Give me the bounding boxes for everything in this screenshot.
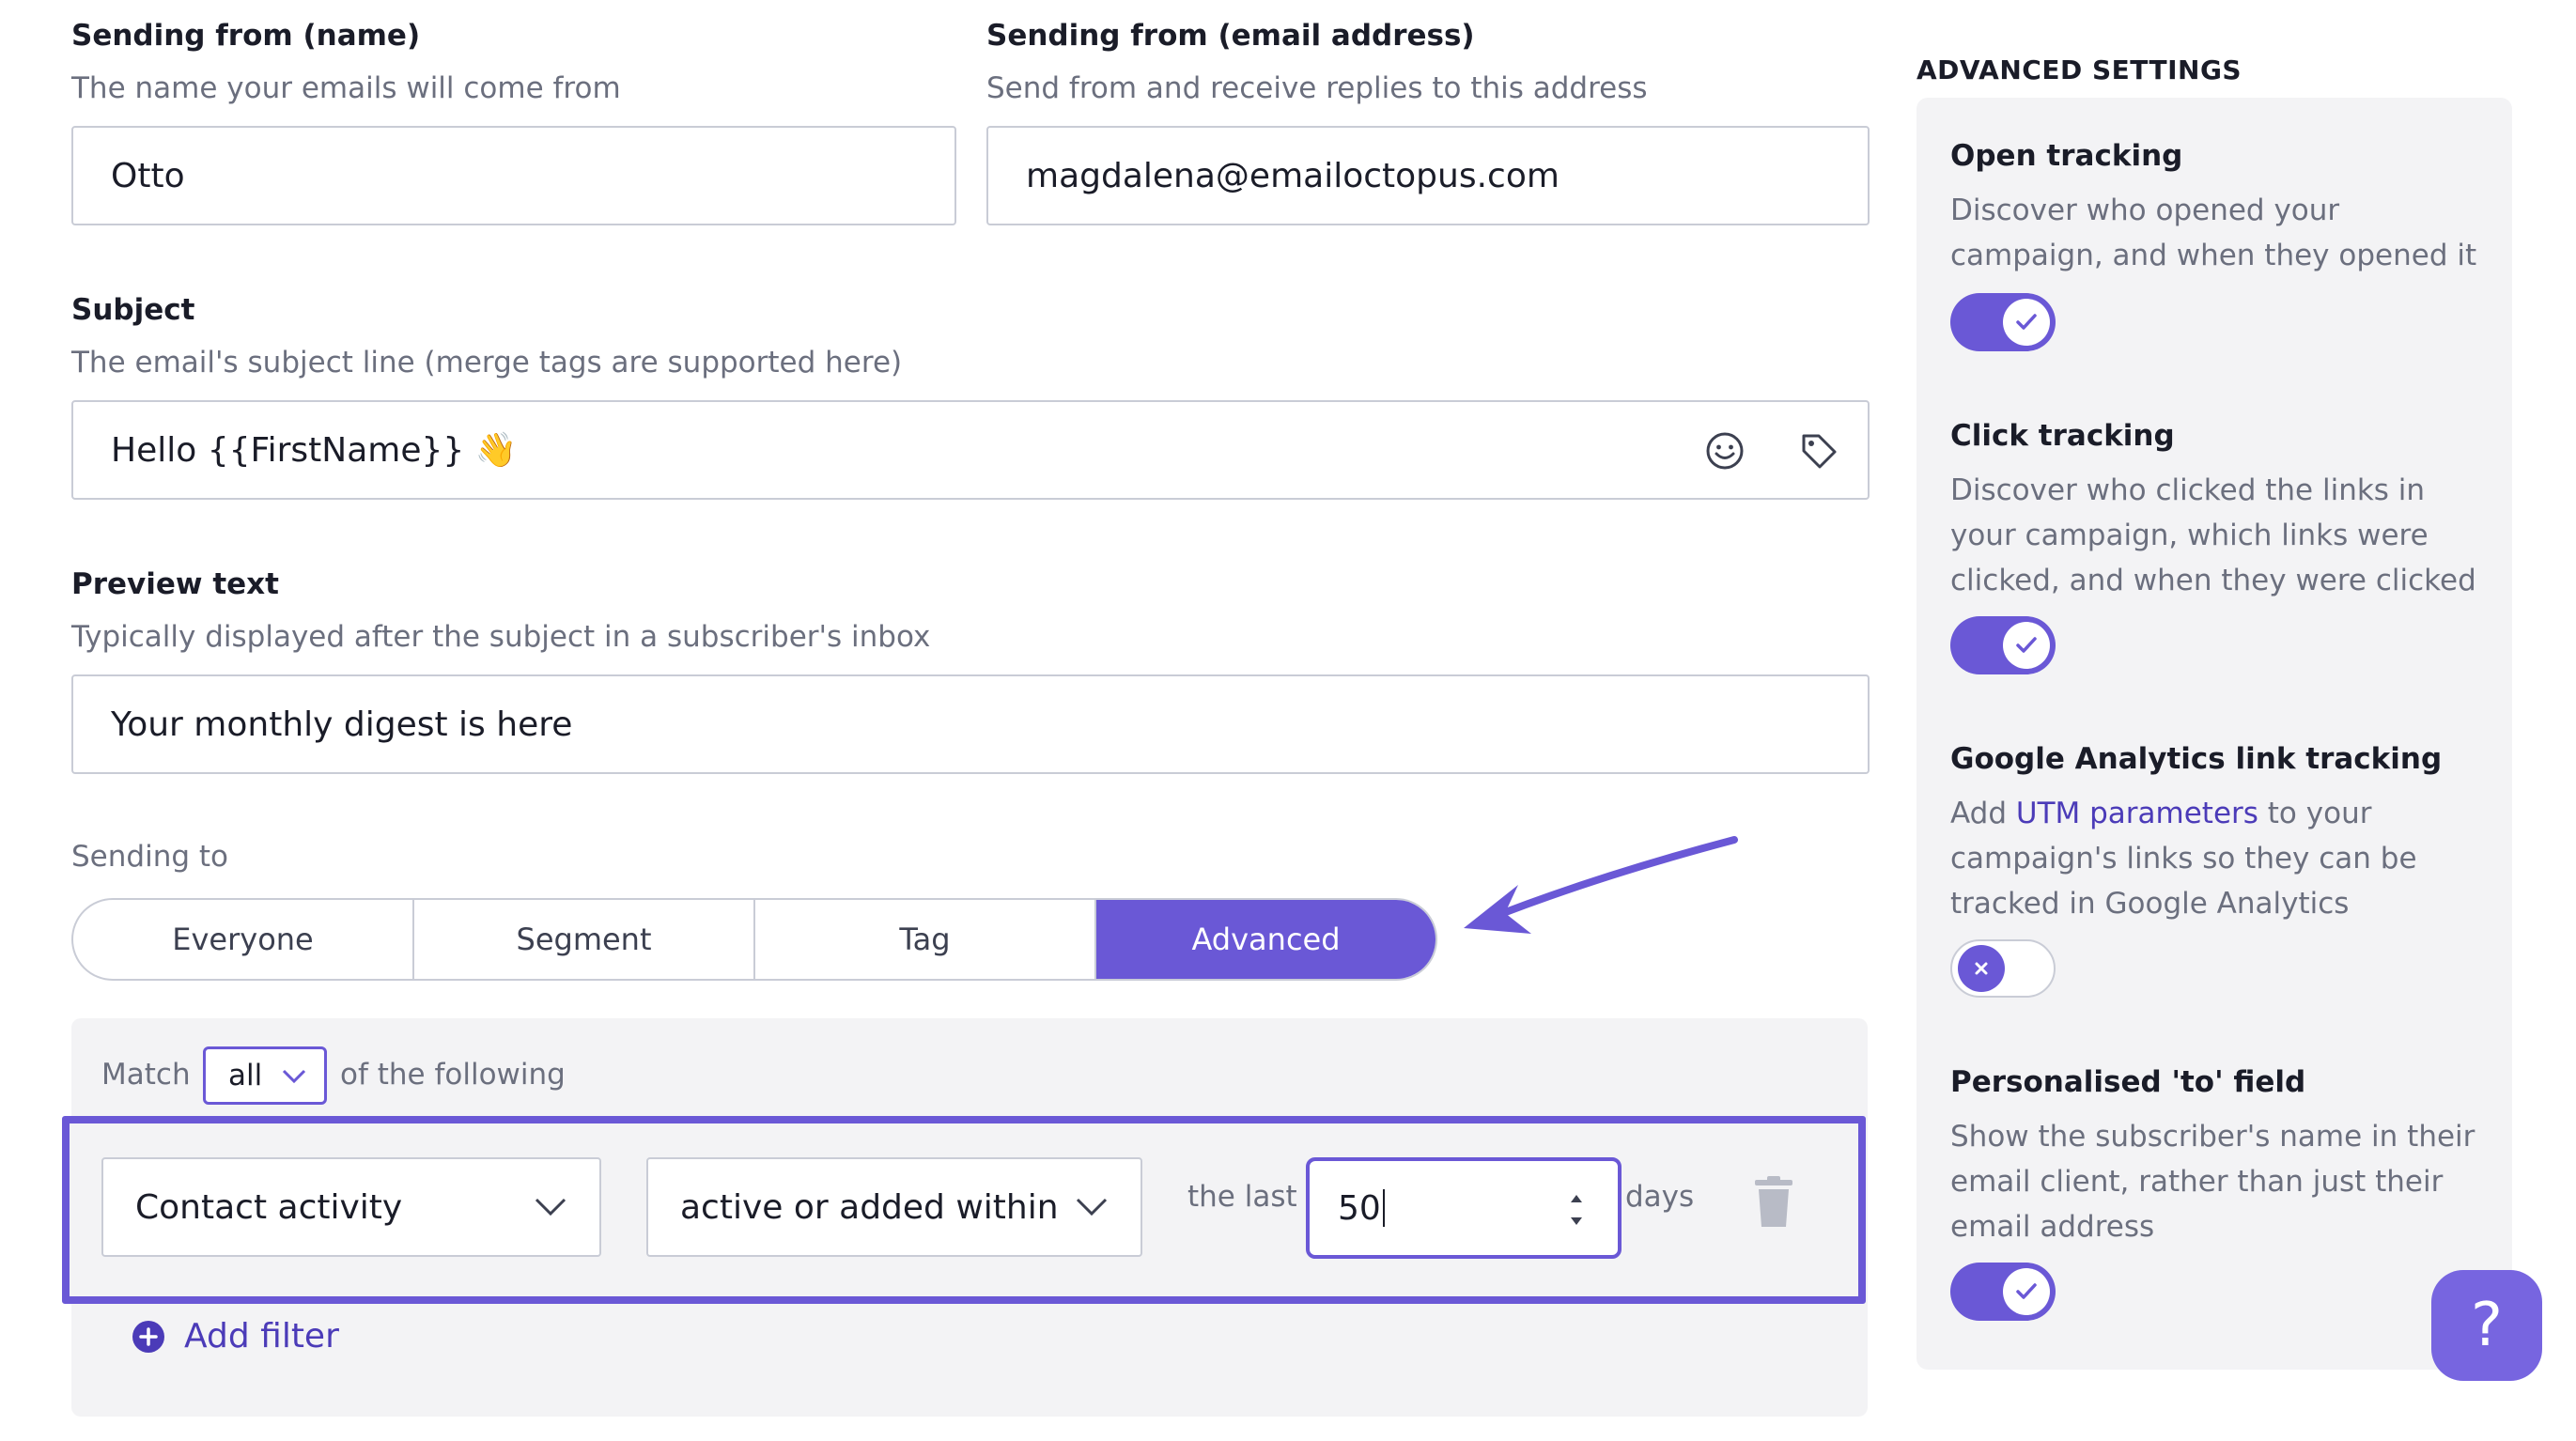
click-tracking-description: Discover who clicked the links in your c… bbox=[1950, 473, 2476, 597]
emoji-icon[interactable] bbox=[1702, 428, 1747, 473]
sender-email-value: magdalena@emailoctopus.com bbox=[1026, 156, 1560, 195]
preview-text-help: Typically displayed after the subject in… bbox=[71, 620, 931, 654]
tag-icon[interactable] bbox=[1796, 428, 1841, 473]
rule-condition-value: active or added within bbox=[680, 1187, 1059, 1227]
days-number-value: 50 bbox=[1338, 1188, 1381, 1228]
chevron-down-icon bbox=[282, 1069, 306, 1084]
help-button[interactable]: ? bbox=[2431, 1270, 2542, 1381]
days-number-input[interactable]: 50 bbox=[1306, 1157, 1622, 1259]
preview-text-value: Your monthly digest is here bbox=[111, 705, 573, 744]
sender-name-value: Otto bbox=[111, 156, 185, 195]
personalised-to-description: Show the subscriber's name in their emai… bbox=[1950, 1120, 2475, 1244]
personalised-to-title: Personalised 'to' field bbox=[1950, 1065, 2306, 1099]
ga-desc-prefix: Add bbox=[1950, 797, 2016, 830]
sender-name-input[interactable]: Otto bbox=[71, 126, 956, 225]
days-unit-label: days bbox=[1625, 1180, 1695, 1214]
campaign-settings-page: Sending from (name) The name your emails… bbox=[0, 0, 2576, 1441]
sending-to-option-segment[interactable]: Segment bbox=[414, 900, 755, 979]
rule-condition-select[interactable]: active or added within bbox=[646, 1157, 1142, 1257]
annotation-arrow-icon bbox=[1464, 836, 1738, 934]
sending-to-option-advanced[interactable]: Advanced bbox=[1096, 900, 1435, 979]
sender-name-label: Sending from (name) bbox=[71, 19, 421, 53]
chevron-down-icon bbox=[1076, 1198, 1108, 1216]
text-caret bbox=[1382, 1189, 1385, 1227]
advanced-settings-title: ADVANCED SETTINGS bbox=[1916, 54, 2242, 85]
open-tracking-toggle[interactable] bbox=[1950, 293, 2056, 351]
ga-tracking-title: Google Analytics link tracking bbox=[1950, 742, 2443, 776]
check-icon bbox=[2003, 1268, 2050, 1315]
check-icon bbox=[2003, 622, 2050, 669]
sender-name-help: The name your emails will come from bbox=[71, 71, 621, 105]
open-tracking-description: Discover who opened your campaign, and w… bbox=[1950, 194, 2477, 272]
rule-field-value: Contact activity bbox=[135, 1187, 403, 1227]
sending-to-selector: Everyone Segment Tag Advanced bbox=[71, 898, 1437, 981]
plus-circle-icon bbox=[132, 1320, 164, 1353]
subject-input[interactable]: Hello {{FirstName}} 👋 bbox=[71, 400, 1870, 500]
add-filter-button[interactable]: Add filter bbox=[132, 1317, 339, 1356]
sending-to-label: Sending to bbox=[71, 840, 228, 874]
click-tracking-toggle[interactable] bbox=[1950, 616, 2056, 674]
trash-icon[interactable] bbox=[1751, 1176, 1796, 1229]
utm-parameters-link[interactable]: UTM parameters bbox=[2016, 797, 2258, 830]
click-tracking-title: Click tracking bbox=[1950, 419, 2175, 453]
match-select[interactable]: all bbox=[203, 1046, 327, 1105]
close-icon bbox=[1958, 945, 2005, 992]
personalised-to-toggle[interactable] bbox=[1950, 1263, 2056, 1321]
rule-field-select[interactable]: Contact activity bbox=[101, 1157, 601, 1257]
check-icon bbox=[2003, 299, 2050, 346]
sending-to-option-everyone[interactable]: Everyone bbox=[73, 900, 414, 979]
ga-tracking-description: Add UTM parameters to your campaign's li… bbox=[1950, 791, 2486, 926]
subject-label: Subject bbox=[71, 293, 195, 327]
sender-email-help: Send from and receive replies to this ad… bbox=[986, 71, 1648, 105]
chevron-down-icon bbox=[535, 1198, 566, 1216]
match-prefix: Match bbox=[101, 1058, 191, 1092]
subject-help: The email's subject line (merge tags are… bbox=[71, 346, 903, 380]
help-button-label: ? bbox=[2471, 1291, 2503, 1360]
match-suffix: of the following bbox=[340, 1058, 566, 1092]
add-filter-label: Add filter bbox=[184, 1317, 339, 1356]
sender-email-input[interactable]: magdalena@emailoctopus.com bbox=[986, 126, 1870, 225]
preview-text-input[interactable]: Your monthly digest is here bbox=[71, 674, 1870, 774]
ga-tracking-toggle[interactable] bbox=[1950, 939, 2056, 998]
subject-value: Hello {{FirstName}} 👋 bbox=[111, 431, 518, 470]
sending-to-option-tag[interactable]: Tag bbox=[755, 900, 1096, 979]
preview-text-label: Preview text bbox=[71, 567, 279, 601]
the-last-label: the last bbox=[1187, 1180, 1297, 1214]
match-select-value: all bbox=[228, 1059, 263, 1092]
open-tracking-title: Open tracking bbox=[1950, 139, 2183, 173]
number-spinner-icon[interactable] bbox=[1567, 1185, 1586, 1234]
sender-email-label: Sending from (email address) bbox=[986, 19, 1475, 53]
